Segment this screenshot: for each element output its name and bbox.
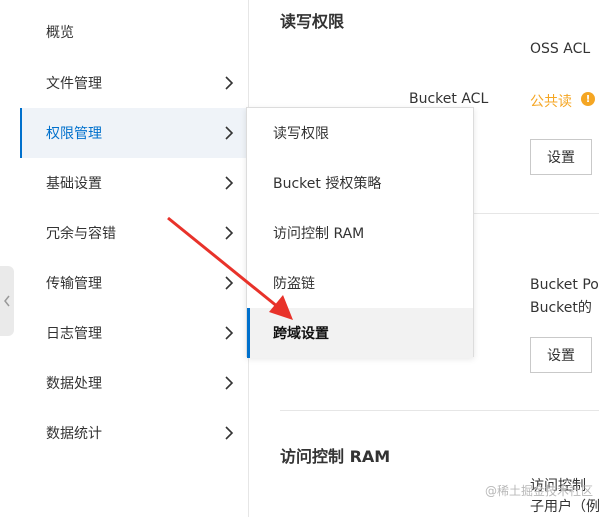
ram-description-line2: 子用户（例 (530, 499, 599, 515)
acl-settings-button[interactable]: 设置 (530, 139, 592, 175)
sidebar-item-label: 日志管理 (46, 326, 102, 342)
sidebar-item-label: 基础设置 (46, 176, 102, 192)
submenu-item-access-control-ram[interactable]: 访问控制 RAM (247, 208, 473, 258)
sidebar-item-transfer-management[interactable]: 传输管理 (20, 258, 249, 308)
chevron-right-icon (222, 108, 236, 158)
submenu-item-label: Bucket 授权策略 (273, 176, 382, 192)
submenu-item-cors-settings[interactable]: 跨域设置 (247, 308, 473, 358)
submenu-item-label: 防盗链 (273, 276, 315, 292)
policy-description-line1: Bucket Po (530, 277, 599, 293)
sidebar-item-label: 冗余与容错 (46, 226, 116, 242)
submenu-item-label: 跨域设置 (273, 326, 329, 342)
chevron-right-icon (222, 258, 236, 308)
bucket-acl-label: Bucket ACL (409, 91, 489, 107)
oss-acl-label: OSS ACL (530, 41, 591, 57)
divider (280, 410, 599, 411)
sidebar: 概览 文件管理 权限管理 基础设置 冗余与容错 传输管理 日志管理 数据处理 数… (0, 0, 249, 517)
chevron-right-icon (222, 308, 236, 358)
sidebar-item-label: 文件管理 (46, 76, 102, 92)
chevron-right-icon (222, 208, 236, 258)
chevron-right-icon (222, 358, 236, 408)
sidebar-item-label: 权限管理 (46, 126, 102, 142)
sidebar-item-data-statistics[interactable]: 数据统计 (20, 408, 249, 458)
permission-submenu: 读写权限 Bucket 授权策略 访问控制 RAM 防盗链 跨域设置 (246, 107, 474, 358)
acl-section-title: 读写权限 (280, 12, 345, 31)
submenu-item-bucket-policy[interactable]: Bucket 授权策略 (247, 158, 473, 208)
ram-section-title: 访问控制 RAM (280, 447, 391, 466)
sidebar-item-data-processing[interactable]: 数据处理 (20, 358, 249, 408)
warning-icon: ! (581, 92, 595, 106)
chevron-right-icon (222, 408, 236, 458)
sidebar-item-label: 数据处理 (46, 376, 102, 392)
policy-settings-button[interactable]: 设置 (530, 337, 592, 373)
sidebar-item-label: 传输管理 (46, 276, 102, 292)
sidebar-item-basic-settings[interactable]: 基础设置 (20, 158, 249, 208)
sidebar-item-label: 概览 (46, 25, 74, 41)
bucket-acl-value: 公共读 (530, 94, 572, 110)
submenu-item-hotlink-protection[interactable]: 防盗链 (247, 258, 473, 308)
sidebar-collapse-button[interactable] (0, 266, 14, 336)
sidebar-item-overview[interactable]: 概览 (20, 7, 249, 57)
policy-description-line2: Bucket的 (530, 300, 592, 316)
chevron-right-icon (222, 58, 236, 108)
sidebar-item-label: 数据统计 (46, 426, 102, 442)
watermark: @稀土掘金技术社区 (484, 484, 593, 498)
sidebar-item-log-management[interactable]: 日志管理 (20, 308, 249, 358)
sidebar-item-redundancy[interactable]: 冗余与容错 (20, 208, 249, 258)
chevron-right-icon (222, 158, 236, 208)
chevron-left-icon (4, 295, 10, 307)
submenu-item-label: 读写权限 (273, 126, 329, 142)
sidebar-item-permission-management[interactable]: 权限管理 (20, 108, 249, 158)
submenu-item-label: 访问控制 RAM (273, 226, 365, 242)
sidebar-item-file-management[interactable]: 文件管理 (20, 58, 249, 108)
submenu-item-read-write-permission[interactable]: 读写权限 (247, 108, 473, 158)
